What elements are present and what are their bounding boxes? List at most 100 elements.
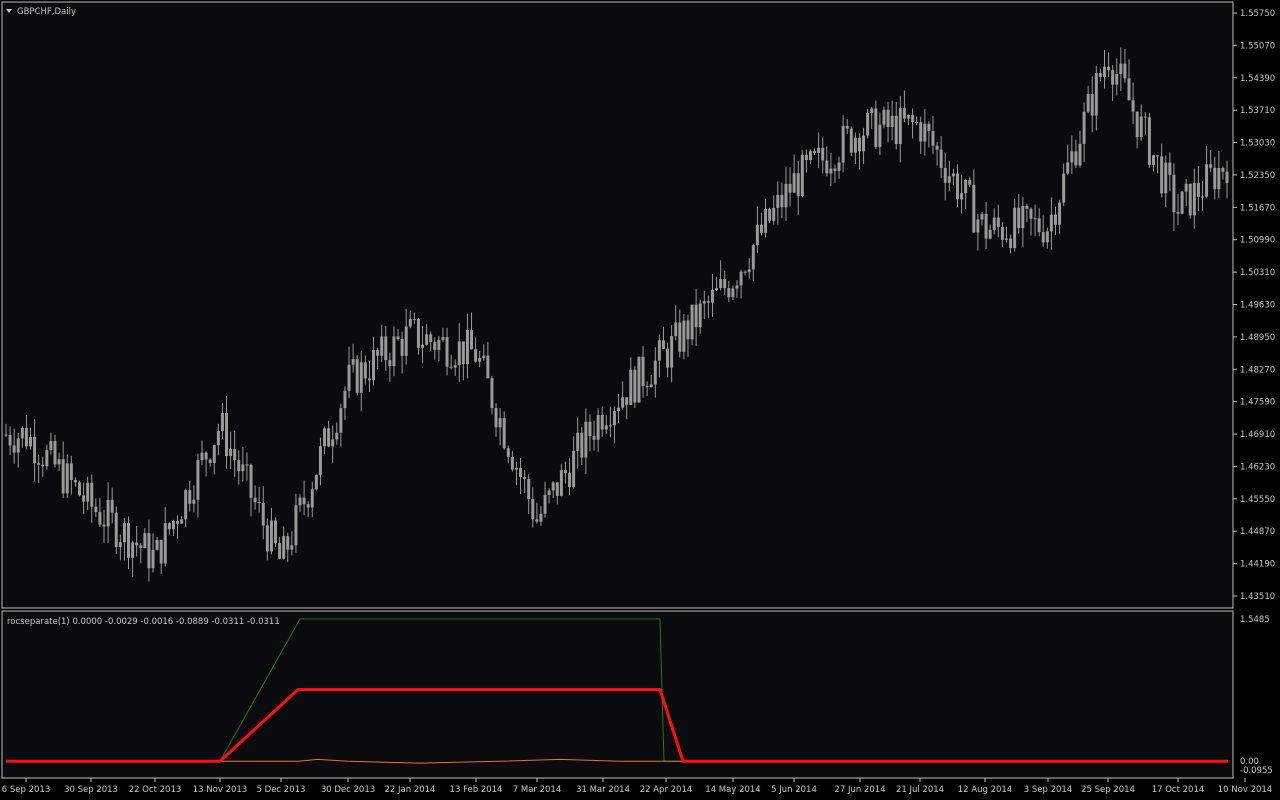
candle-body [772,207,776,221]
time-tick-label: 14 May 2014 [705,785,760,795]
candle-body [808,151,812,161]
candle-body [1045,231,1049,243]
trading-terminal: GBPCHF,Daily rocseparate(1) 0.0000 -0.00… [0,0,1280,800]
candle-body [629,369,633,405]
candle-body [535,519,539,522]
candle-body [53,441,57,465]
candle-body [98,512,102,525]
candle-body [1053,214,1057,225]
candle-body [73,479,77,483]
time-tick-label: 22 Oct 2013 [129,785,182,795]
candle-body [710,289,714,303]
candle-body [1119,63,1123,75]
candle-body [1213,167,1217,190]
candle-body [237,460,241,472]
candle-body [363,362,367,379]
candle-body [269,520,273,552]
candle-body [898,108,902,145]
time-tick-label: 31 Mar 2014 [576,785,630,795]
indicator-panel[interactable] [1,610,1234,779]
time-tick-label: 7 Mar 2014 [513,785,561,795]
time-tick-label: 5 Dec 2013 [257,785,306,795]
candle-body [429,334,433,343]
candle-body [906,114,910,119]
candle-body [1009,238,1013,249]
candle-body [1139,116,1143,138]
candle-body [298,497,302,506]
candle-body [200,452,204,461]
candle-body [1147,117,1151,165]
candle-body [804,154,808,161]
candle-body [955,173,959,200]
candle-body [1115,74,1119,85]
candle-body [437,339,441,350]
candle-body [449,366,453,368]
candle-body [1066,162,1070,174]
candle-body [286,536,290,550]
candle-body [139,545,143,549]
candle-body [1074,151,1078,166]
candle-body [110,499,114,513]
candle-body [645,386,649,388]
candle-body [580,432,584,458]
time-tick-label: 22 Apr 2014 [640,785,693,795]
candle-body [870,108,874,114]
candle-body [588,421,592,437]
indicator-label: rocseparate(1) 0.0000 -0.0029 -0.0016 -0… [7,617,280,627]
candle-body [943,167,947,183]
candle-body [706,301,710,303]
candle-body [1021,205,1025,229]
candle-body [45,450,49,467]
candle-body [1205,164,1209,197]
candle-body [568,473,572,487]
candle-body [229,449,233,457]
candle-body [241,464,245,472]
candle-body [265,525,269,552]
time-tick-label: 13 Feb 2014 [450,785,503,795]
candle-body [882,109,886,125]
candle-body [1111,70,1115,85]
candle-body [600,414,604,430]
candle-body [94,506,98,513]
candle-body [61,459,65,494]
candle-body [862,135,866,152]
candle-body [690,304,694,340]
candle-body [102,524,106,527]
candle-body [853,137,857,153]
time-tick-label: 25 Sep 2014 [1081,785,1135,795]
candle-body [155,539,159,550]
price-tick-label: 1.45550 [1240,495,1275,505]
candle-body [416,319,420,348]
candle-body [400,338,404,356]
candle-body [274,520,278,544]
candle-body [41,464,45,467]
candle-body [596,414,600,440]
time-tick-label: 22 Jan 2014 [385,785,436,795]
candle-body [131,542,135,558]
candle-body [1196,182,1200,197]
candle-body [768,208,772,221]
time-tick-label: 3 Sep 2014 [1024,785,1072,795]
candle-body [727,288,731,298]
candle-body [612,411,616,426]
candle-body [204,452,208,460]
candle-body [604,425,608,430]
candle-body [817,147,821,153]
candle-body [890,115,894,128]
candle-body [457,341,461,366]
candle-body [919,122,923,142]
candle-body [555,482,559,496]
candle-body [911,114,915,123]
candle-body [678,322,682,352]
candle-body [167,523,171,530]
candle-body [24,427,28,447]
candle-body [980,213,984,220]
candle-body [474,349,478,362]
candle-body [367,378,371,381]
indicator-tick-label: -0.0955 [1240,766,1273,776]
candle-body [1049,214,1053,232]
candle-body [653,360,657,385]
candle-body [327,428,331,447]
candle-body [323,428,327,447]
candle-body [931,131,935,146]
